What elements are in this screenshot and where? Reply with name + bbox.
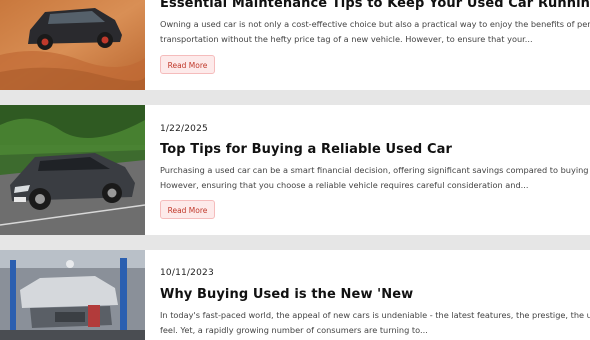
excerpt-line: transportation without the hefty price t… <box>160 34 533 44</box>
post-title[interactable]: Why Buying Used is the New 'New <box>160 287 413 302</box>
garage-lift-image <box>0 250 145 340</box>
excerpt-line: In today's fast-paced world, the appeal … <box>160 310 590 320</box>
post-thumbnail[interactable] <box>0 0 145 90</box>
excerpt-line: However, ensuring that you choose a reli… <box>160 180 529 190</box>
blog-post-card: Essential Maintenance Tips to Keep Your … <box>0 0 590 90</box>
blog-post-card: 1/22/2025 Top Tips for Buying a Reliable… <box>0 105 590 235</box>
read-more-button[interactable]: Read More <box>160 55 215 74</box>
post-thumbnail[interactable] <box>0 250 145 340</box>
post-excerpt: In today's fast-paced world, the appeal … <box>160 308 590 338</box>
post-excerpt: Purchasing a used car can be a smart fin… <box>160 163 590 193</box>
post-date: 1/22/2025 <box>160 124 208 134</box>
read-more-button[interactable]: Read More <box>160 200 215 219</box>
post-date: 10/11/2023 <box>160 268 214 278</box>
post-excerpt: Owning a used car is not only a cost-eff… <box>160 17 590 47</box>
excerpt-line: Purchasing a used car can be a smart fin… <box>160 165 590 175</box>
post-title[interactable]: Top Tips for Buying a Reliable Used Car <box>160 142 452 157</box>
excerpt-line: Owning a used car is not only a cost-eff… <box>160 19 590 29</box>
post-thumbnail[interactable] <box>0 105 145 235</box>
suv-desert-image <box>0 0 145 90</box>
post-title[interactable]: Essential Maintenance Tips to Keep Your … <box>160 0 590 11</box>
sedan-road-image <box>0 105 145 235</box>
excerpt-line: feel. Yet, a rapidly growing number of c… <box>160 325 428 335</box>
blog-post-card: 10/11/2023 Why Buying Used is the New 'N… <box>0 250 590 340</box>
